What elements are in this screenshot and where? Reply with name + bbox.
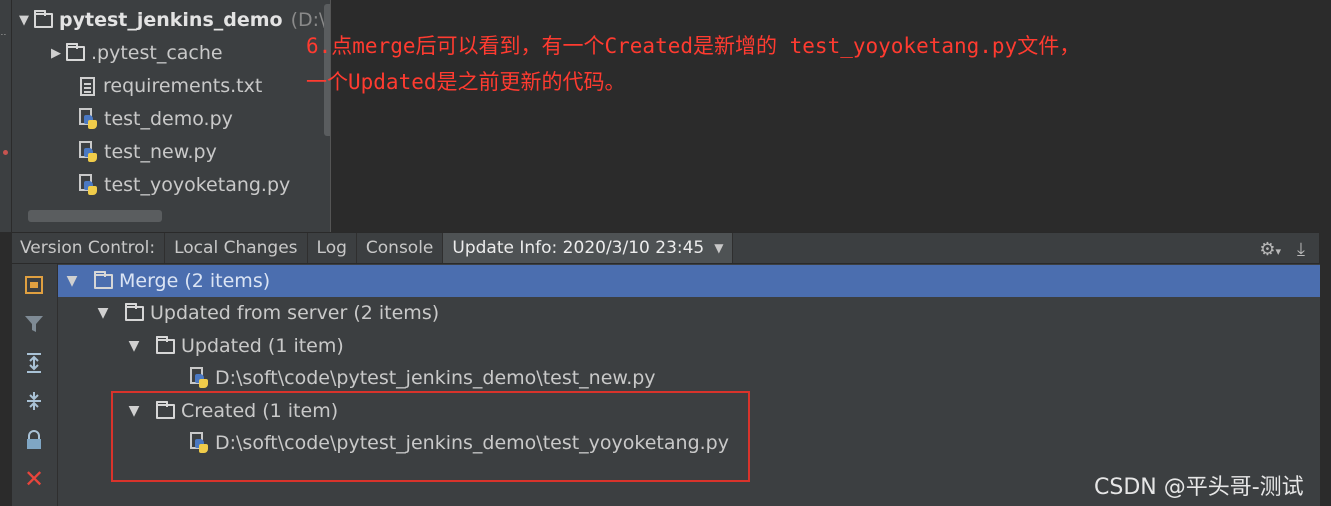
text-file-icon [80, 76, 95, 96]
collapse-all-icon[interactable] [21, 388, 47, 414]
collapse-arrow-icon[interactable]: ▶ [46, 46, 66, 61]
close-icon[interactable]: ✕ [21, 465, 47, 493]
updated-label: Updated (1 item) [181, 335, 344, 357]
hide-panel-icon[interactable]: ⤓ [1297, 239, 1305, 260]
updated-from-server-label: Updated from server (2 items) [150, 302, 440, 324]
merge-label: Merge (2 items) [119, 270, 271, 292]
folder-icon [125, 302, 144, 321]
tab-local-changes[interactable]: Local Changes [165, 233, 308, 263]
project-root-name: pytest_jenkins_demo [59, 9, 283, 31]
annotation-text: 6.点merge后可以看到，有一个Created是新增的 test_yoyoke… [306, 28, 1306, 100]
python-file-icon [78, 174, 98, 196]
tree-item-label: requirements.txt [103, 75, 263, 97]
tree-item-label: test_demo.py [104, 108, 233, 130]
tree-row-updated-from-server[interactable]: ▼ Updated from server (2 items) [91, 297, 440, 329]
python-file-icon [189, 367, 209, 389]
tree-row-test-yoyoketang[interactable]: test_yoyoketang.py [78, 170, 290, 200]
project-tree[interactable]: ▼ pytest_jenkins_demo (D:\ ▶ .pytest_cac… [12, 0, 330, 232]
lock-icon[interactable] [21, 427, 47, 453]
updated-file-path: D:\soft\code\pytest_jenkins_demo\test_ne… [215, 367, 656, 389]
tree-row-root[interactable]: ▼ pytest_jenkins_demo (D:\ [14, 5, 325, 35]
watermark: CSDN @平头哥-测试 [1094, 475, 1304, 500]
expand-arrow-icon[interactable]: ▼ [60, 273, 84, 289]
annotation-line-2: 一个Updated是之前更新的代码。 [306, 70, 626, 94]
gear-icon[interactable]: ⚙▾ [1259, 239, 1281, 260]
expand-arrow-icon[interactable]: ▼ [91, 305, 115, 321]
tree-item-label: .pytest_cache [91, 42, 223, 64]
horizontal-scrollbar[interactable] [28, 210, 162, 222]
folder-icon [66, 42, 85, 61]
strip-text: ⋮ [0, 30, 6, 39]
expand-arrow-icon[interactable]: ▼ [122, 338, 146, 354]
right-edge [1320, 232, 1331, 506]
tree-row-merge[interactable]: ▼ Merge (2 items) [58, 265, 1320, 297]
version-control-tabbar: Version Control: Local Changes Log Conso… [12, 232, 1319, 264]
tree-item-label: test_new.py [104, 141, 217, 163]
python-file-icon [78, 141, 98, 163]
tree-row-updated-file[interactable]: D:\soft\code\pytest_jenkins_demo\test_ne… [189, 362, 656, 394]
folder-icon [156, 335, 175, 354]
tree-item-label: test_yoyoketang.py [104, 174, 291, 196]
tab-log[interactable]: Log [308, 233, 357, 263]
highlight-box [111, 391, 750, 482]
folder-icon [34, 9, 53, 28]
tab-update-info[interactable]: Update Info: 2020/3/10 23:45 ▼ [443, 233, 734, 263]
version-control-label: Version Control: [12, 233, 166, 263]
side-toolbar: ✕ [12, 264, 58, 506]
folder-icon [94, 270, 113, 289]
tree-row-pytest-cache[interactable]: ▶ .pytest_cache [46, 38, 223, 68]
annotation-line-1: 6.点merge后可以看到，有一个Created是新增的 test_yoyoke… [306, 34, 1081, 58]
tree-row-updated[interactable]: ▼ Updated (1 item) [122, 330, 344, 362]
python-file-icon [78, 108, 98, 130]
tab-update-info-label: Update Info: 2020/3/10 23:45 [452, 238, 705, 258]
strip-indicator [3, 150, 8, 155]
left-tool-strip: ⋮ [0, 0, 12, 232]
expand-all-icon[interactable] [21, 350, 47, 376]
tree-row-test-demo[interactable]: test_demo.py [78, 104, 233, 134]
filter-icon[interactable] [21, 311, 47, 337]
expand-arrow-icon[interactable]: ▼ [14, 13, 34, 28]
tabbar-tools: ⚙▾ ⤓ [1259, 233, 1305, 265]
tree-row-test-new[interactable]: test_new.py [78, 137, 217, 167]
chevron-down-icon[interactable]: ▼ [714, 241, 723, 255]
tree-row-requirements[interactable]: requirements.txt [80, 71, 262, 101]
group-icon[interactable] [21, 272, 47, 298]
tab-console[interactable]: Console [357, 233, 444, 263]
